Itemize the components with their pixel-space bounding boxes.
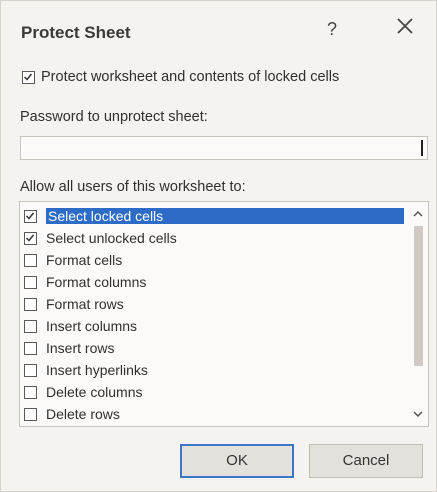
text-caret	[421, 140, 423, 156]
password-field[interactable]	[20, 136, 428, 160]
checkbox-unchecked-icon[interactable]	[24, 276, 37, 289]
permission-item[interactable]: Insert hyperlinks	[22, 360, 402, 381]
close-icon	[397, 18, 413, 34]
checkbox-unchecked-icon[interactable]	[24, 386, 37, 399]
dialog-title: Protect Sheet	[21, 23, 131, 42]
password-label: Password to unprotect sheet:	[20, 109, 208, 125]
permission-item-label: Insert columns	[46, 318, 138, 334]
scroll-thumb[interactable]	[414, 226, 423, 366]
checkbox-checked-icon[interactable]	[24, 232, 37, 245]
permission-item-label: Format columns	[46, 274, 147, 290]
scroll-down-icon[interactable]	[412, 408, 424, 420]
permission-item[interactable]: Insert rows	[22, 338, 402, 359]
checkbox-unchecked-icon[interactable]	[24, 342, 37, 355]
permission-item-label: Insert rows	[46, 340, 115, 356]
checkbox-checked-icon[interactable]	[24, 210, 37, 223]
protect-sheet-dialog: Protect Sheet ? Protect worksheet and co…	[0, 0, 437, 492]
permission-item[interactable]: Format rows	[22, 294, 402, 315]
ok-button[interactable]: OK	[180, 444, 294, 478]
permission-item-label: Delete rows	[46, 406, 120, 422]
protect-worksheet-checkbox[interactable]: Protect worksheet and contents of locked…	[22, 69, 339, 85]
allow-label: Allow all users of this worksheet to:	[20, 179, 246, 195]
permission-item-label: Select unlocked cells	[46, 230, 177, 246]
permission-item[interactable]: Select locked cells	[22, 206, 404, 227]
help-button[interactable]: ?	[327, 19, 337, 40]
checkbox-unchecked-icon[interactable]	[24, 408, 37, 421]
permission-item-label: Delete columns	[46, 384, 143, 400]
checkbox-unchecked-icon[interactable]	[24, 364, 37, 377]
protect-worksheet-label: Protect worksheet and contents of locked…	[41, 69, 340, 85]
permission-item[interactable]: Delete rows	[22, 404, 402, 425]
checkbox-checked-icon	[22, 70, 35, 84]
scroll-up-icon[interactable]	[412, 208, 424, 220]
permission-item[interactable]: Insert columns	[22, 316, 402, 337]
checkbox-unchecked-icon[interactable]	[24, 320, 37, 333]
cancel-button[interactable]: Cancel	[309, 444, 423, 478]
close-button[interactable]	[394, 15, 416, 37]
permissions-list[interactable]: Select locked cells Select unlocked cells…	[19, 201, 429, 427]
permission-item-label: Format rows	[46, 296, 124, 312]
permission-item[interactable]: Format columns	[22, 272, 402, 293]
checkbox-unchecked-icon[interactable]	[24, 298, 37, 311]
checkbox-unchecked-icon[interactable]	[24, 254, 37, 267]
permission-item-label: Select locked cells	[46, 208, 404, 224]
permission-item-label: Format cells	[46, 252, 123, 268]
permission-item[interactable]: Format cells	[22, 250, 402, 271]
permission-item-label: Insert hyperlinks	[46, 362, 148, 378]
list-scrollbar[interactable]	[410, 204, 426, 424]
permission-item[interactable]: Select unlocked cells	[22, 228, 402, 249]
permission-item[interactable]: Delete columns	[22, 382, 402, 403]
